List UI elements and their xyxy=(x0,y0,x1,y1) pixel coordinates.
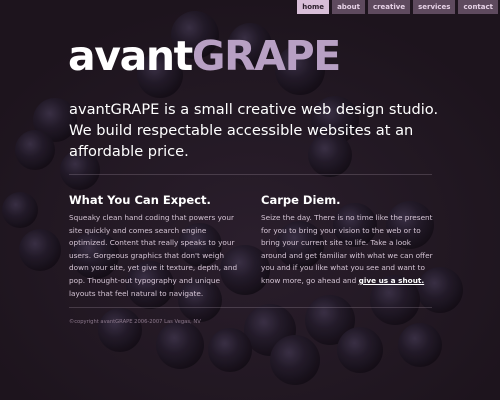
divider-bottom xyxy=(69,307,432,308)
carpe-diem-paragraph: Seize the day. There is no time like the… xyxy=(261,212,436,288)
expect-section: What You Can Expect. Squeaky clean hand … xyxy=(69,193,244,300)
divider-top xyxy=(69,174,432,175)
site-logo[interactable]: avantGRAPE xyxy=(68,36,341,77)
nav-contact[interactable]: contact xyxy=(458,0,498,14)
carpe-diem-section: Carpe Diem. Seize the day. There is no t… xyxy=(261,193,436,288)
nav-home[interactable]: home xyxy=(297,0,330,14)
intro-text: avantGRAPE is a small creative web desig… xyxy=(69,101,439,160)
logo-avant-text: avant xyxy=(68,32,193,80)
nav-services[interactable]: services xyxy=(413,0,456,14)
nav-about[interactable]: about xyxy=(332,0,365,14)
footer-copyright: ©copyright avantGRAPE 2006-2007 Las Vega… xyxy=(69,319,201,325)
carpe-diem-heading: Carpe Diem. xyxy=(261,193,341,207)
carpe-diem-text: Seize the day. There is no time like the… xyxy=(261,213,433,285)
expect-heading: What You Can Expect. xyxy=(69,193,211,207)
give-us-a-shout-link[interactable]: give us a shout. xyxy=(359,276,425,285)
nav-creative[interactable]: creative xyxy=(367,0,411,14)
logo-grape-text: GRAPE xyxy=(191,32,341,80)
main-navigation: home about creative services contact xyxy=(297,0,498,14)
main-content: avantGRAPE avantGRAPE is a small creativ… xyxy=(0,0,500,400)
expect-text: Squeaky clean hand coding that powers yo… xyxy=(69,213,238,298)
